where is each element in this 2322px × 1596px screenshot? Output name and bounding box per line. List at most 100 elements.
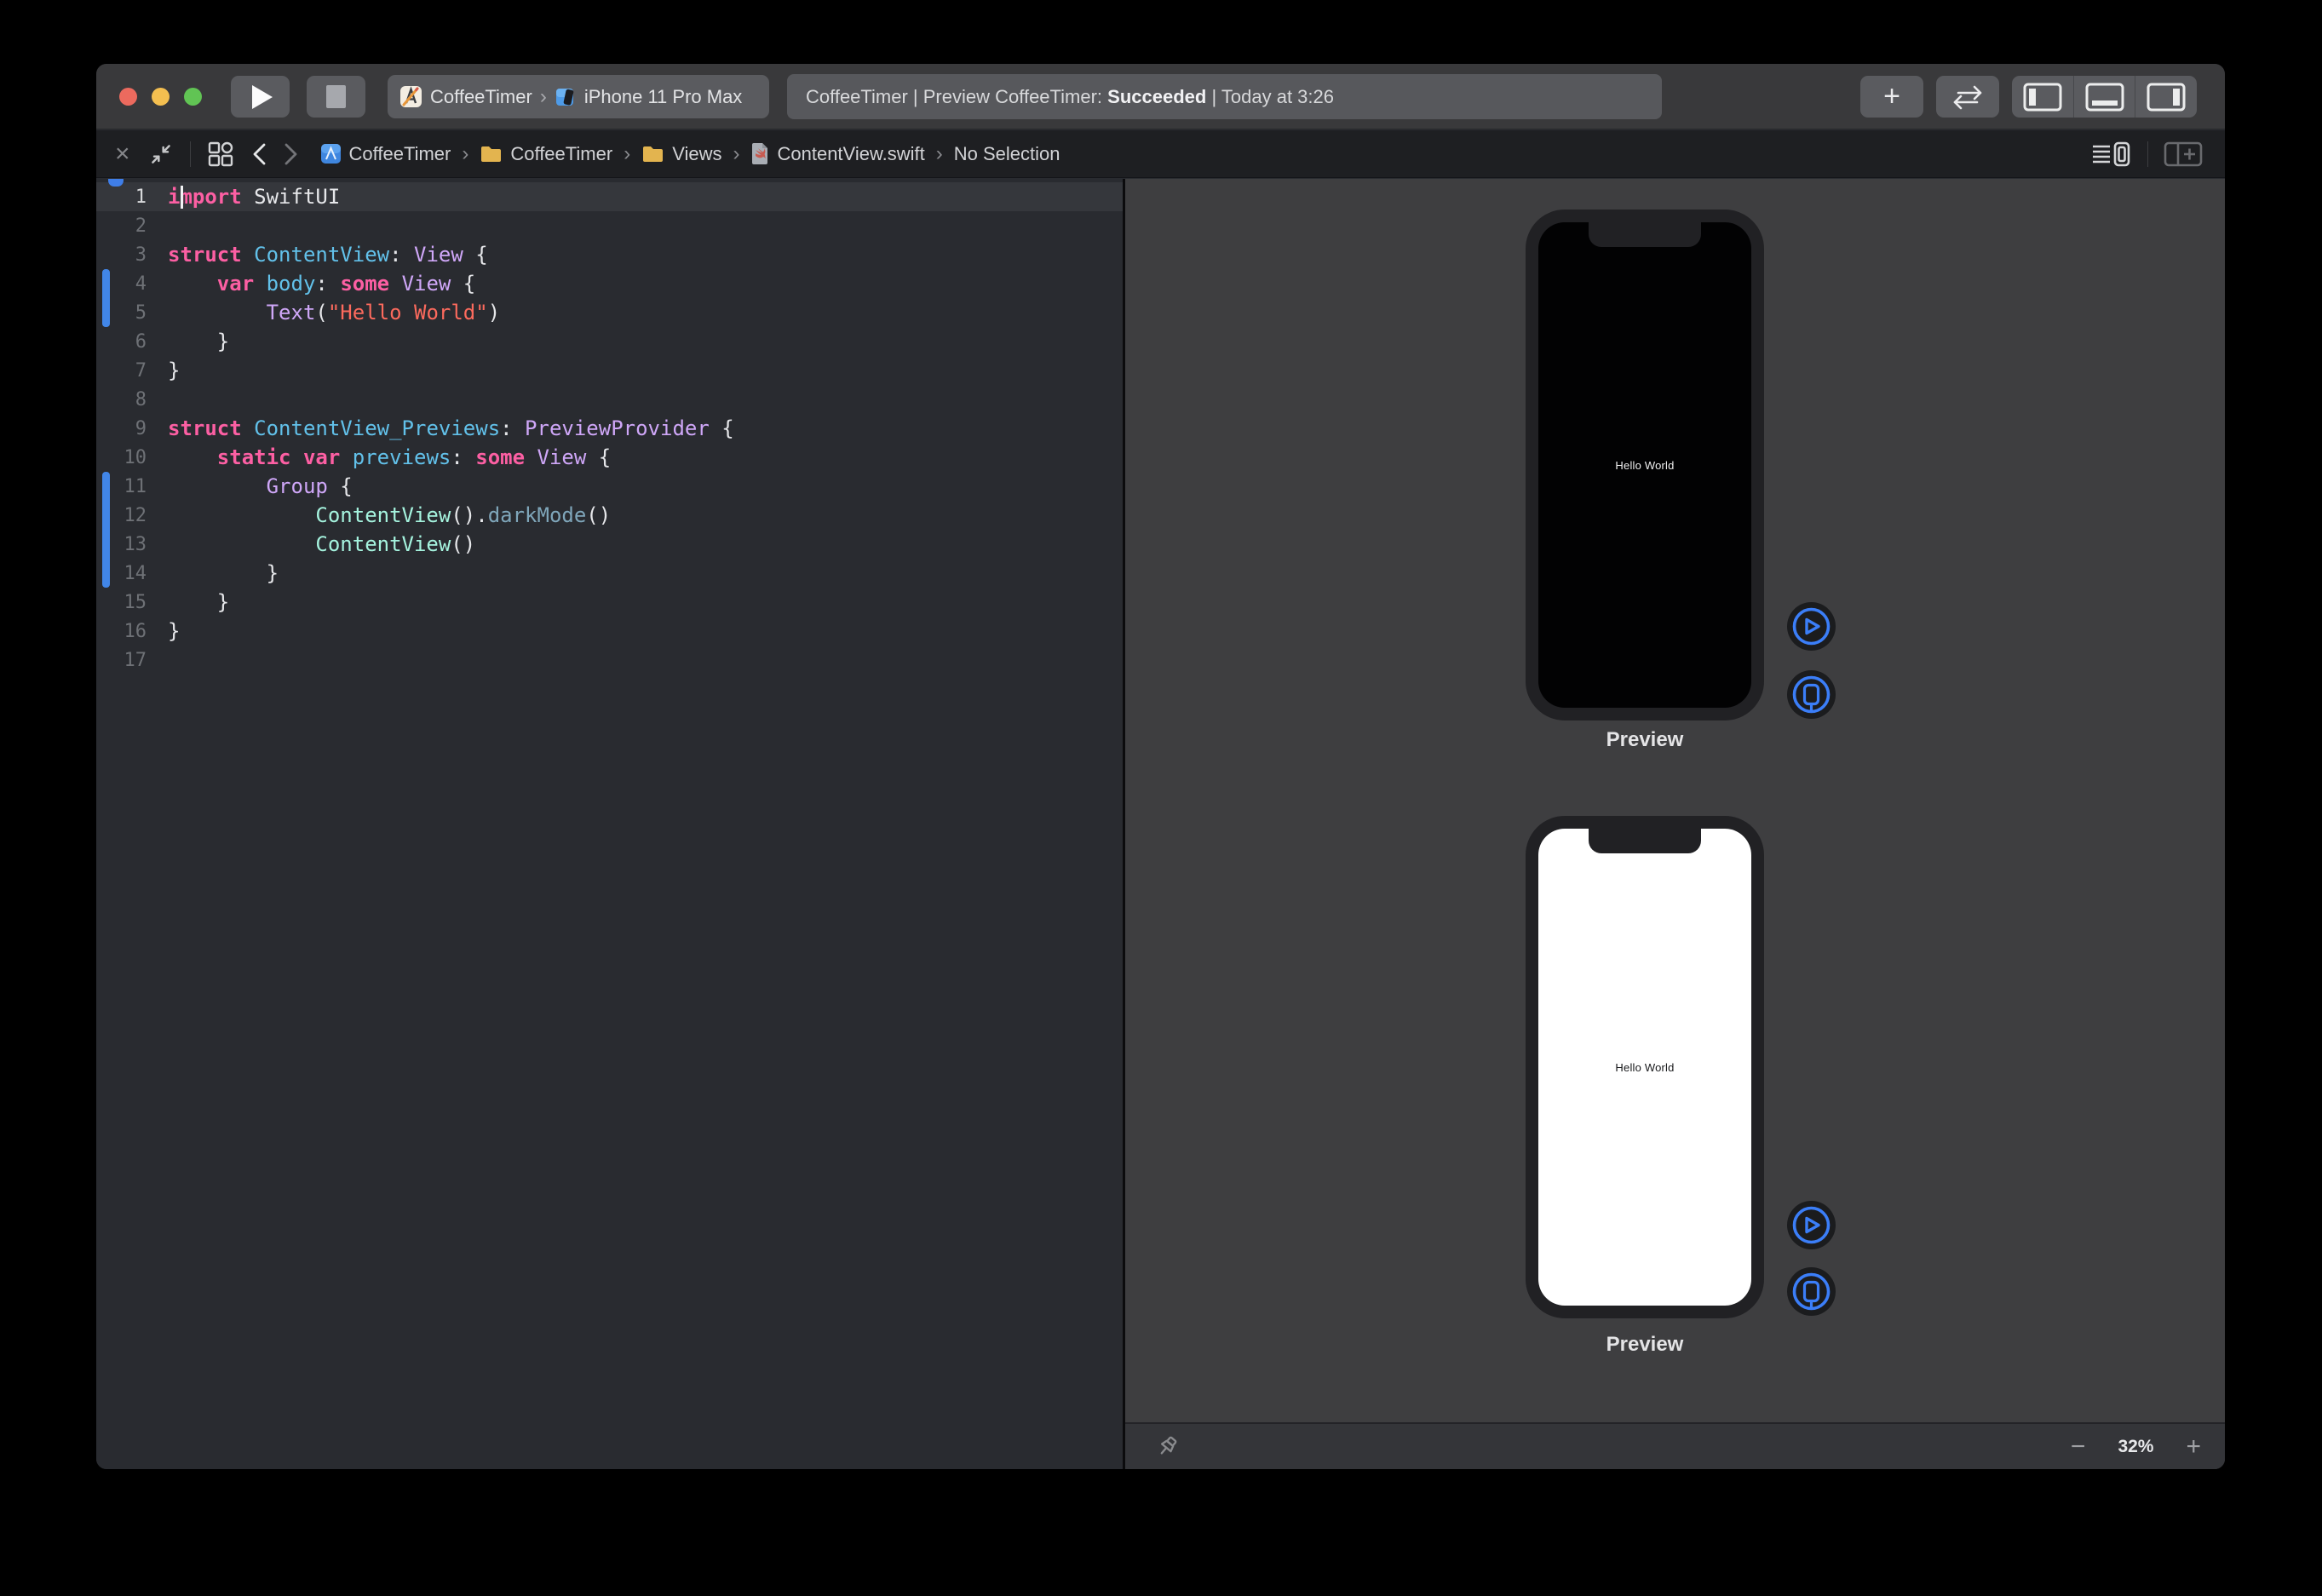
live-preview-button[interactable] — [1787, 602, 1836, 651]
line-number[interactable]: 17 — [96, 650, 160, 671]
line-number[interactable]: 8 — [96, 389, 160, 410]
line-number[interactable]: 15 — [96, 592, 160, 613]
source-editor[interactable]: 1 import SwiftUI 2 3 struct ContentView: Vie… — [96, 179, 1123, 1469]
add-editor-button[interactable] — [2164, 140, 2203, 169]
swift-file-icon — [750, 142, 769, 165]
line-number[interactable]: 2 — [96, 215, 160, 237]
stop-icon — [326, 85, 346, 108]
folder-icon — [641, 145, 664, 164]
scheme-separator: › — [540, 85, 547, 109]
device-icon — [555, 86, 577, 108]
code-line[interactable]: 8 — [96, 385, 1123, 414]
breadcrumb-selection[interactable]: No Selection — [954, 143, 1060, 165]
breadcrumb-group[interactable]: CoffeeTimer — [510, 143, 612, 165]
toolbar: CoffeeTimer › iPhone 11 Pro Max CoffeeTi… — [96, 64, 2225, 129]
preview-screen-dark: Hello World — [1538, 222, 1751, 708]
library-button[interactable]: + — [1860, 76, 1923, 118]
line-number[interactable]: 9 — [96, 418, 160, 439]
breadcrumb-file[interactable]: ContentView.swift — [777, 143, 924, 165]
preview-on-device-button[interactable] — [1787, 670, 1836, 719]
preview-label: Preview — [1526, 1333, 1764, 1357]
breadcrumb-project[interactable]: CoffeeTimer — [349, 143, 451, 165]
breadcrumb: CoffeeTimer › CoffeeTimer › Views › Cont… — [320, 142, 1060, 166]
collapse-editor-icon[interactable] — [147, 141, 175, 168]
breadcrumb-separator: › — [733, 142, 739, 166]
zoom-out-button[interactable]: − — [2071, 1432, 2086, 1461]
plus-icon: + — [1883, 80, 1900, 113]
editor-mode-button[interactable] — [1936, 76, 1999, 118]
app-icon — [320, 143, 342, 164]
code-line[interactable]: 5 Text("Hello World") — [96, 298, 1123, 327]
code-line[interactable]: 13 ContentView() — [96, 530, 1123, 559]
line-number[interactable]: 3 — [96, 244, 160, 266]
right-panel-icon — [2147, 83, 2186, 112]
status-time: | Today at 3:26 — [1206, 86, 1334, 108]
code-text: } — [168, 559, 279, 588]
line-number[interactable]: 16 — [96, 621, 160, 642]
code-line[interactable]: 2 — [96, 211, 1123, 240]
swap-arrows-icon — [1950, 84, 1986, 110]
code-line[interactable]: 3 struct ContentView: View { — [96, 240, 1123, 269]
status-result: Succeeded — [1107, 86, 1206, 108]
code-text: } — [168, 356, 180, 385]
related-items-icon[interactable] — [206, 140, 235, 169]
folder-icon — [480, 145, 503, 164]
preview-canvas: Hello World Preview H — [1125, 179, 2225, 1469]
scheme-selector[interactable]: CoffeeTimer › iPhone 11 Pro Max — [388, 75, 769, 118]
line-number[interactable]: 7 — [96, 360, 160, 382]
close-editor-icon[interactable]: × — [115, 140, 130, 169]
code-text: } — [168, 588, 229, 617]
code-text: static var previews: some View { — [168, 443, 611, 472]
stop-button[interactable] — [307, 76, 365, 118]
breadcrumb-views-group[interactable]: Views — [672, 143, 721, 165]
code-line[interactable]: 10 static var previews: some View { — [96, 443, 1123, 472]
notch — [1589, 829, 1701, 853]
zoom-controls: − 32% + — [2071, 1432, 2201, 1461]
preview-label: Preview — [1526, 728, 1764, 752]
line-number[interactable]: 10 — [96, 447, 160, 468]
breadcrumb-separator: › — [936, 142, 943, 166]
toggle-navigator-button[interactable] — [2012, 76, 2074, 118]
code-text: var body: some View { — [168, 269, 475, 298]
code-line[interactable]: 14 } — [96, 559, 1123, 588]
line-number[interactable]: 6 — [96, 331, 160, 353]
code-text: ContentView().darkMode() — [168, 501, 611, 530]
code-text: struct ContentView: View { — [168, 240, 488, 269]
minimize-window-button[interactable] — [152, 88, 170, 106]
code-text: import SwiftUI — [168, 182, 340, 211]
code-line[interactable]: 15 } — [96, 588, 1123, 617]
panel-toggle-group — [2012, 76, 2197, 118]
preview-text: Hello World — [1615, 459, 1674, 472]
toggle-inspectors-button[interactable] — [2135, 76, 2197, 118]
run-button[interactable] — [231, 76, 290, 118]
preview-device-dark[interactable]: Hello World — [1526, 210, 1764, 720]
code-line[interactable]: 17 — [96, 646, 1123, 675]
editor-options-button[interactable] — [2091, 140, 2132, 169]
go-forward-button[interactable] — [279, 141, 302, 167]
notch — [1589, 222, 1701, 247]
code-line[interactable]: 1 import SwiftUI — [96, 182, 1123, 211]
zoom-in-button[interactable]: + — [2186, 1432, 2201, 1461]
code-line[interactable]: 6 } — [96, 327, 1123, 356]
window-controls — [119, 88, 202, 106]
preview-on-device-button[interactable] — [1787, 1267, 1836, 1316]
code-line[interactable]: 9struct ContentView_Previews: PreviewPro… — [96, 414, 1123, 443]
code-text: Text("Hello World") — [168, 298, 500, 327]
jumpbar-divider — [190, 141, 191, 167]
code-line[interactable]: 12 ContentView().darkMode() — [96, 501, 1123, 530]
preview-device-light[interactable]: Hello World — [1526, 816, 1764, 1318]
toggle-debug-area-button[interactable] — [2074, 76, 2136, 118]
jumpbar-divider — [2147, 141, 2148, 167]
code-line[interactable]: 11 Group { — [96, 472, 1123, 501]
zoom-window-button[interactable] — [184, 88, 202, 106]
code-line[interactable]: 16} — [96, 617, 1123, 646]
close-window-button[interactable] — [119, 88, 137, 106]
live-preview-button[interactable] — [1787, 1201, 1836, 1249]
line-number[interactable]: 1 — [96, 187, 160, 208]
breadcrumb-separator: › — [624, 142, 630, 166]
xcode-window: CoffeeTimer › iPhone 11 Pro Max CoffeeTi… — [96, 64, 2225, 1469]
code-line[interactable]: 4 var body: some View { — [96, 269, 1123, 298]
go-back-button[interactable] — [249, 141, 271, 167]
code-line[interactable]: 7} — [96, 356, 1123, 385]
pin-icon[interactable] — [1154, 1434, 1180, 1460]
